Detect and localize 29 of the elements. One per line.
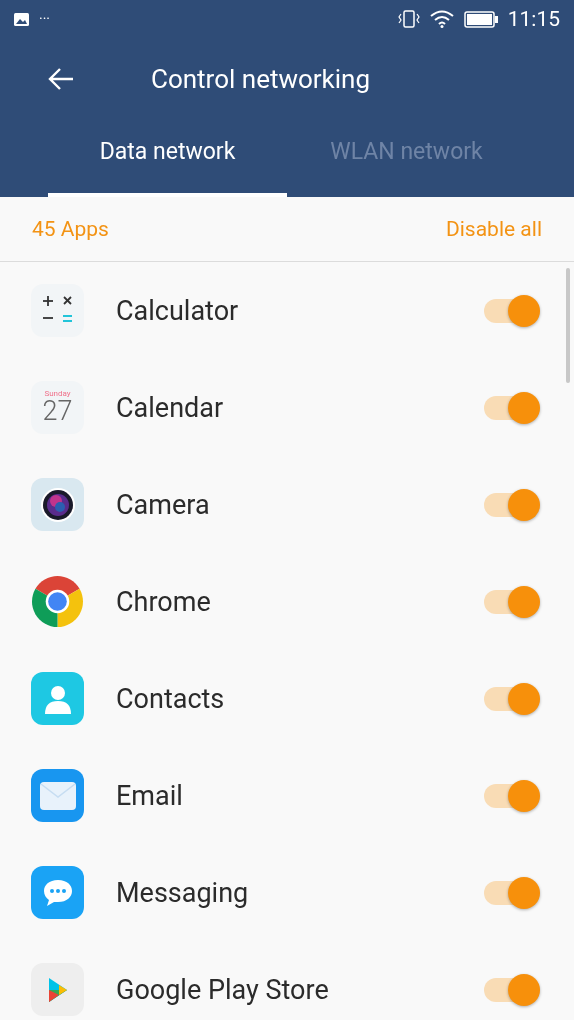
battery-icon bbox=[463, 10, 498, 28]
network-tab[interactable]: Data network bbox=[48, 120, 287, 197]
chrome-icon bbox=[31, 575, 84, 628]
app-name: Contacts bbox=[116, 682, 226, 715]
app-name: Email bbox=[116, 779, 184, 812]
chat-bubble-icon bbox=[31, 866, 84, 919]
more-notifications-text: ··· bbox=[39, 12, 50, 26]
envelope-icon bbox=[31, 769, 84, 822]
app-name: Camera bbox=[116, 488, 211, 521]
camera-lens-icon bbox=[31, 478, 84, 531]
network-tab[interactable]: WLAN network bbox=[287, 120, 526, 197]
clock-time: 11:15 bbox=[507, 8, 560, 30]
vibrate-icon bbox=[397, 10, 420, 28]
app-name: Messaging bbox=[116, 876, 250, 909]
calculator-icon bbox=[31, 284, 84, 337]
app-count: 45 Apps bbox=[32, 217, 109, 241]
app-name: Google Play Store bbox=[116, 973, 330, 1006]
app-name: Chrome bbox=[116, 585, 212, 618]
play-bag-icon bbox=[31, 963, 84, 1016]
wifi-icon bbox=[429, 10, 454, 28]
app-name: Calculator bbox=[116, 294, 240, 327]
screen-title: Control networking bbox=[151, 64, 371, 94]
calendar-icon-day: Sunday bbox=[44, 390, 71, 398]
contact-person-icon bbox=[31, 672, 84, 725]
app-name: Calendar bbox=[116, 391, 225, 424]
calendar-icon-date: 27 bbox=[42, 398, 73, 425]
disable-all-link[interactable]: Disable all bbox=[445, 217, 542, 241]
back-arrow-icon bbox=[47, 67, 75, 91]
image-notification-icon bbox=[14, 12, 29, 26]
